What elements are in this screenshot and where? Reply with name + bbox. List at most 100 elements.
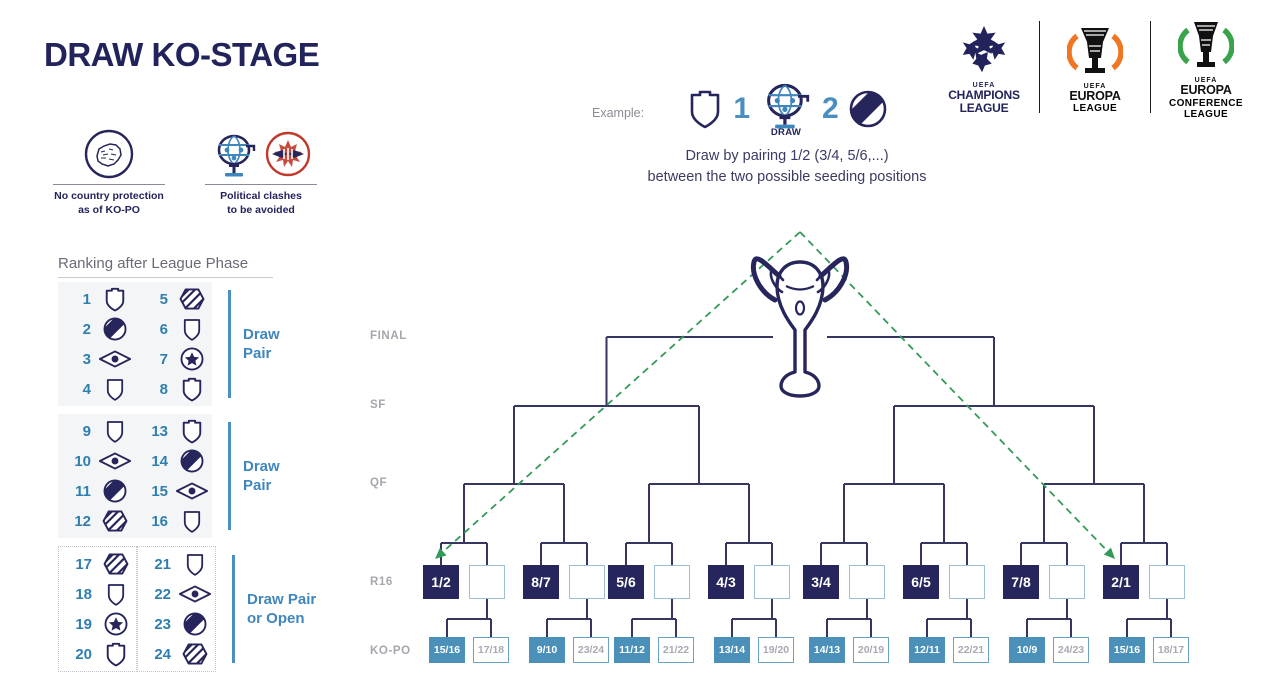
kopo-seeded-box[interactable]: 14/13 [809,637,845,663]
shield-notched-icon [106,642,126,667]
ranking-position: 1 [82,290,91,308]
example-left-number: 1 [733,92,750,125]
kopo-seeded-box[interactable]: 13/14 [714,637,750,663]
ranking-row: 18 [62,579,133,609]
example-description-line1: Draw by pairing 1/2 (3/4, 5/6,...) [685,148,889,164]
ranking-crest [98,447,132,475]
ranking-position: 10 [74,452,91,470]
r16-seeded-box[interactable]: 4/3 [708,565,744,599]
circle-band-icon [103,317,127,341]
diamond-dot-icon [98,452,132,470]
ranking-divider [58,277,273,278]
ranking-row: 9 [61,416,132,446]
kopo-open-box[interactable]: 21/22 [658,637,694,663]
ranking-position: 6 [159,320,168,338]
shield-plain-icon [183,319,201,341]
ranking-row: 15 [138,476,209,506]
ranking-position: 24 [154,645,171,663]
ranking-position: 11 [75,482,91,500]
ranking-group-label-line1: Draw [243,325,280,343]
kopo-seeded-box[interactable]: 10/9 [1009,637,1045,663]
logo-subname2: LEAGUE [1183,108,1229,120]
r16-seeded-box[interactable]: 3/4 [803,565,839,599]
kopo-seeded-box[interactable]: 11/12 [614,637,650,663]
r16-open-box[interactable] [754,565,790,599]
logo-subname: CONFERENCE [1168,97,1243,109]
ranking-position: 19 [75,615,92,633]
legend: No country protection as of KO-PO Politi… [44,128,326,218]
legend-item-country-protection: No country protection as of KO-PO [44,128,174,218]
ranking-position: 5 [159,290,168,308]
ranking-crest [178,580,212,608]
ranking-crest [98,345,132,373]
ranking-row: 3 [61,344,132,374]
kopo-open-box[interactable]: 19/20 [758,637,794,663]
kopo-seeded-box[interactable]: 15/16 [429,637,465,663]
diamond-dot-icon [178,585,212,603]
ranking-position: 7 [159,350,168,368]
example-draw: DRAW [758,80,814,138]
logo-subname: LEAGUE [1072,103,1118,114]
ranking-row: 16 [138,506,209,536]
r16-seeded-box[interactable]: 2/1 [1103,565,1139,599]
page-title: DRAW KO-STAGE [44,36,320,73]
shield-plain-icon [186,554,204,576]
ranking-crest [175,447,209,475]
ranking-crest [99,610,133,638]
r16-seeded-box[interactable]: 5/6 [608,565,644,599]
legend-caption: No country protection as of KO-PO [54,190,164,218]
shield-plain-icon [183,511,201,533]
kopo-open-box[interactable]: 18/17 [1153,637,1189,663]
kopo-open-box[interactable]: 24/23 [1053,637,1089,663]
ranking-crest [175,375,209,403]
example-draw-caption: DRAW [770,127,802,138]
r16-open-box[interactable] [1149,565,1185,599]
draw-pairing-arrows [434,231,1116,560]
ranking-position: 20 [75,645,92,663]
kopo-seeded-box[interactable]: 12/11 [909,637,945,663]
r16-open-box[interactable] [949,565,985,599]
stage-label-qf: QF [370,477,388,489]
r16-seeded-box[interactable]: 6/5 [903,565,939,599]
kopo-open-box[interactable]: 22/21 [953,637,989,663]
shield-notched-icon [182,377,202,402]
ranking-row: 20 [62,639,133,669]
ranking-row: 2 [61,314,132,344]
ranking-position: 2 [82,320,91,338]
ranking-crest [178,550,212,578]
ranking-crest [178,640,212,668]
ranking-position: 14 [151,452,168,470]
kopo-seeded-box[interactable]: 15/16 [1109,637,1145,663]
ranking-crest [98,315,132,343]
r16-open-box[interactable] [469,565,505,599]
stage-label-sf: SF [370,399,386,411]
r16-open-box[interactable] [569,565,605,599]
ranking-row: 21 [141,549,212,579]
legend-divider [205,184,317,185]
ranking-group-label-line2: Pair [243,345,272,362]
logo-name: EUROPA [1069,88,1121,103]
draw-globe-icon [767,83,810,129]
r16-open-box[interactable] [654,565,690,599]
circle-star-icon [180,347,204,371]
ranking-column: 9 10 11 12 [58,414,135,538]
example-row: 1 DRAW 2 [592,78,982,140]
hex-stripes-icon [182,643,208,665]
ranking-position: 16 [151,512,168,530]
europe-map-icon [84,129,134,179]
ranking-position: 12 [74,512,91,530]
r16-open-box[interactable] [1049,565,1085,599]
political-clash-icon [265,131,311,177]
ranking-group-label-line2: or Open [247,610,305,627]
ranking-crest [175,285,209,313]
r16-seeded-box[interactable]: 8/7 [523,565,559,599]
r16-seeded-box[interactable]: 1/2 [423,565,459,599]
r16-open-box[interactable] [849,565,885,599]
logo-champions-league: UEFA CHAMPIONS LEAGUE [938,19,1030,115]
r16-seeded-box[interactable]: 7/8 [1003,565,1039,599]
kopo-seeded-box[interactable]: 9/10 [529,637,565,663]
kopo-open-box[interactable]: 23/24 [573,637,609,663]
kopo-open-box[interactable]: 17/18 [473,637,509,663]
ranking-group-label-line1: Draw [243,457,280,475]
kopo-open-box[interactable]: 20/19 [853,637,889,663]
